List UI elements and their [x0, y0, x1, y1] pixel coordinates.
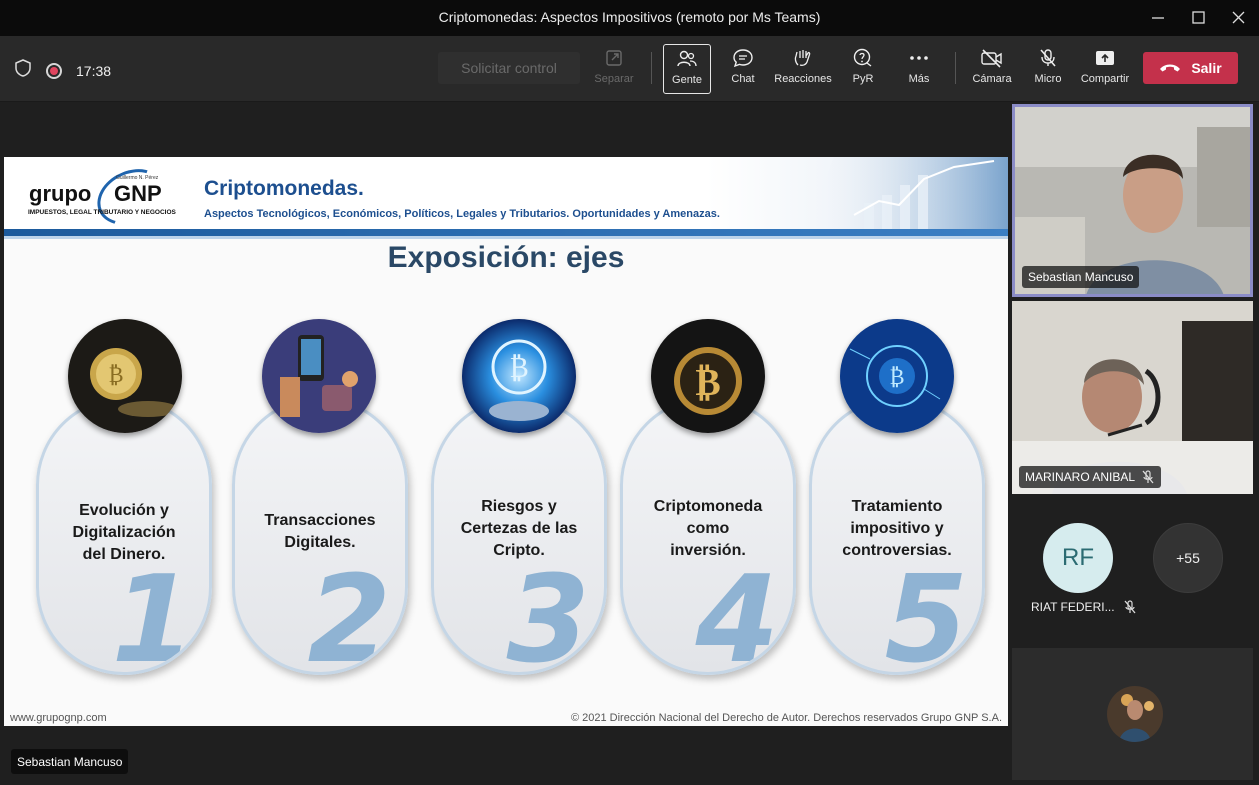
slide-footer-url: www.grupognp.com [10, 712, 107, 724]
qna-button[interactable]: PyR [846, 44, 880, 94]
raise-hand-icon [794, 50, 811, 66]
axis-card-3: 3 Riesgos y Certezas de las Cripto. [431, 397, 607, 675]
mic-muted-icon [1124, 600, 1136, 614]
slide-title: Exposición: ejes [387, 241, 625, 274]
participant-name-rf: RIAT FEDERI... [1031, 600, 1137, 614]
mic-off-icon [1040, 49, 1056, 67]
digital-bitcoin-image: ₿ [840, 319, 954, 433]
gold-bitcoin-image: ₿ [68, 319, 182, 433]
glowing-bitcoin-image: ₿ [462, 319, 576, 433]
phone-coins-image [262, 319, 376, 433]
reactions-button[interactable]: Reacciones [774, 44, 832, 94]
separar-button[interactable]: Separar [592, 44, 636, 94]
slide-header: grupo GNP Guillermo N. Pérez IMPUESTOS, … [4, 157, 1008, 239]
participant-photo-avatar [1107, 686, 1163, 742]
participant-name-tag: Sebastian Mancuso [1022, 266, 1140, 288]
presenter-name-tag: Sebastian Mancuso [11, 749, 129, 774]
axis-card-5: 5 Tratamiento impositivo y controversias… [809, 397, 985, 675]
qna-icon [853, 48, 872, 67]
slide-header-title: Criptomonedas. [204, 177, 364, 200]
meeting-timer: 17:38 [76, 62, 112, 79]
more-participants-button[interactable]: +55 [1153, 523, 1223, 593]
svg-text:₿: ₿ [889, 365, 904, 390]
meeting-toolbar: 17:38 Solicitar control Separar Gente Ch… [0, 36, 1259, 102]
mic-button[interactable]: Micro [1030, 44, 1066, 94]
chat-icon [733, 49, 753, 68]
close-icon[interactable] [1226, 6, 1250, 30]
grupo-gnp-logo: grupo GNP Guillermo N. Pérez IMPUESTOS, … [26, 158, 176, 236]
shared-slide: grupo GNP Guillermo N. Pérez IMPUESTOS, … [4, 157, 1008, 726]
bar-chart-graphic [804, 157, 1008, 229]
leave-button[interactable]: Salir [1143, 52, 1238, 84]
shield-icon[interactable] [14, 58, 32, 83]
camera-button[interactable]: Cámara [970, 44, 1014, 94]
share-icon [1096, 51, 1114, 65]
svg-text:₿: ₿ [509, 351, 528, 384]
slide-header-subtitle: Aspectos Tecnológicos, Económicos, Polít… [204, 208, 720, 220]
title-bar: Criptomonedas: Aspectos Impositivos (rem… [0, 0, 1259, 36]
svg-text:₿: ₿ [108, 363, 123, 388]
pop-out-icon [606, 50, 622, 66]
participant-video-sebastian[interactable]: Sebastian Mancuso [1012, 104, 1253, 297]
share-button[interactable]: Compartir [1078, 44, 1132, 94]
people-icon [677, 50, 697, 67]
participant-video-marinaro[interactable]: MARINARO ANIBAL [1012, 301, 1253, 494]
request-control-button[interactable]: Solicitar control [438, 52, 580, 84]
people-button[interactable]: Gente [663, 44, 711, 94]
chat-button[interactable]: Chat [725, 44, 761, 94]
minimize-icon[interactable] [1146, 6, 1170, 30]
axis-card-1: 1 Evolución y Digitalización del Dinero. [36, 397, 212, 675]
slide-footer-copyright: © 2021 Dirección Nacional del Derecho de… [570, 712, 1002, 724]
maximize-icon[interactable] [1186, 6, 1210, 30]
hang-up-icon [1160, 64, 1181, 72]
golden-bitcoin-image: ₿ [651, 319, 765, 433]
participant-name-tag: MARINARO ANIBAL [1019, 466, 1162, 488]
svg-text:₿: ₿ [695, 360, 720, 404]
more-icon [910, 56, 928, 60]
mic-muted-icon [1142, 470, 1154, 484]
axis-card-2: 2 Transacciones Digitales. [232, 397, 408, 675]
participant-tile-photo[interactable] [1012, 648, 1253, 780]
axis-card-4: 4 Criptomoneda como inversión. [620, 397, 796, 675]
axis-number: 1 [111, 551, 196, 675]
camera-off-icon [981, 49, 1002, 68]
more-button[interactable]: Más [904, 44, 934, 94]
window-title: Criptomonedas: Aspectos Impositivos (rem… [438, 9, 821, 25]
recording-icon [46, 62, 62, 79]
participant-avatar-rf[interactable]: RF [1043, 523, 1113, 593]
axis-text: Evolución y Digitalización del Dinero. [72, 502, 176, 563]
